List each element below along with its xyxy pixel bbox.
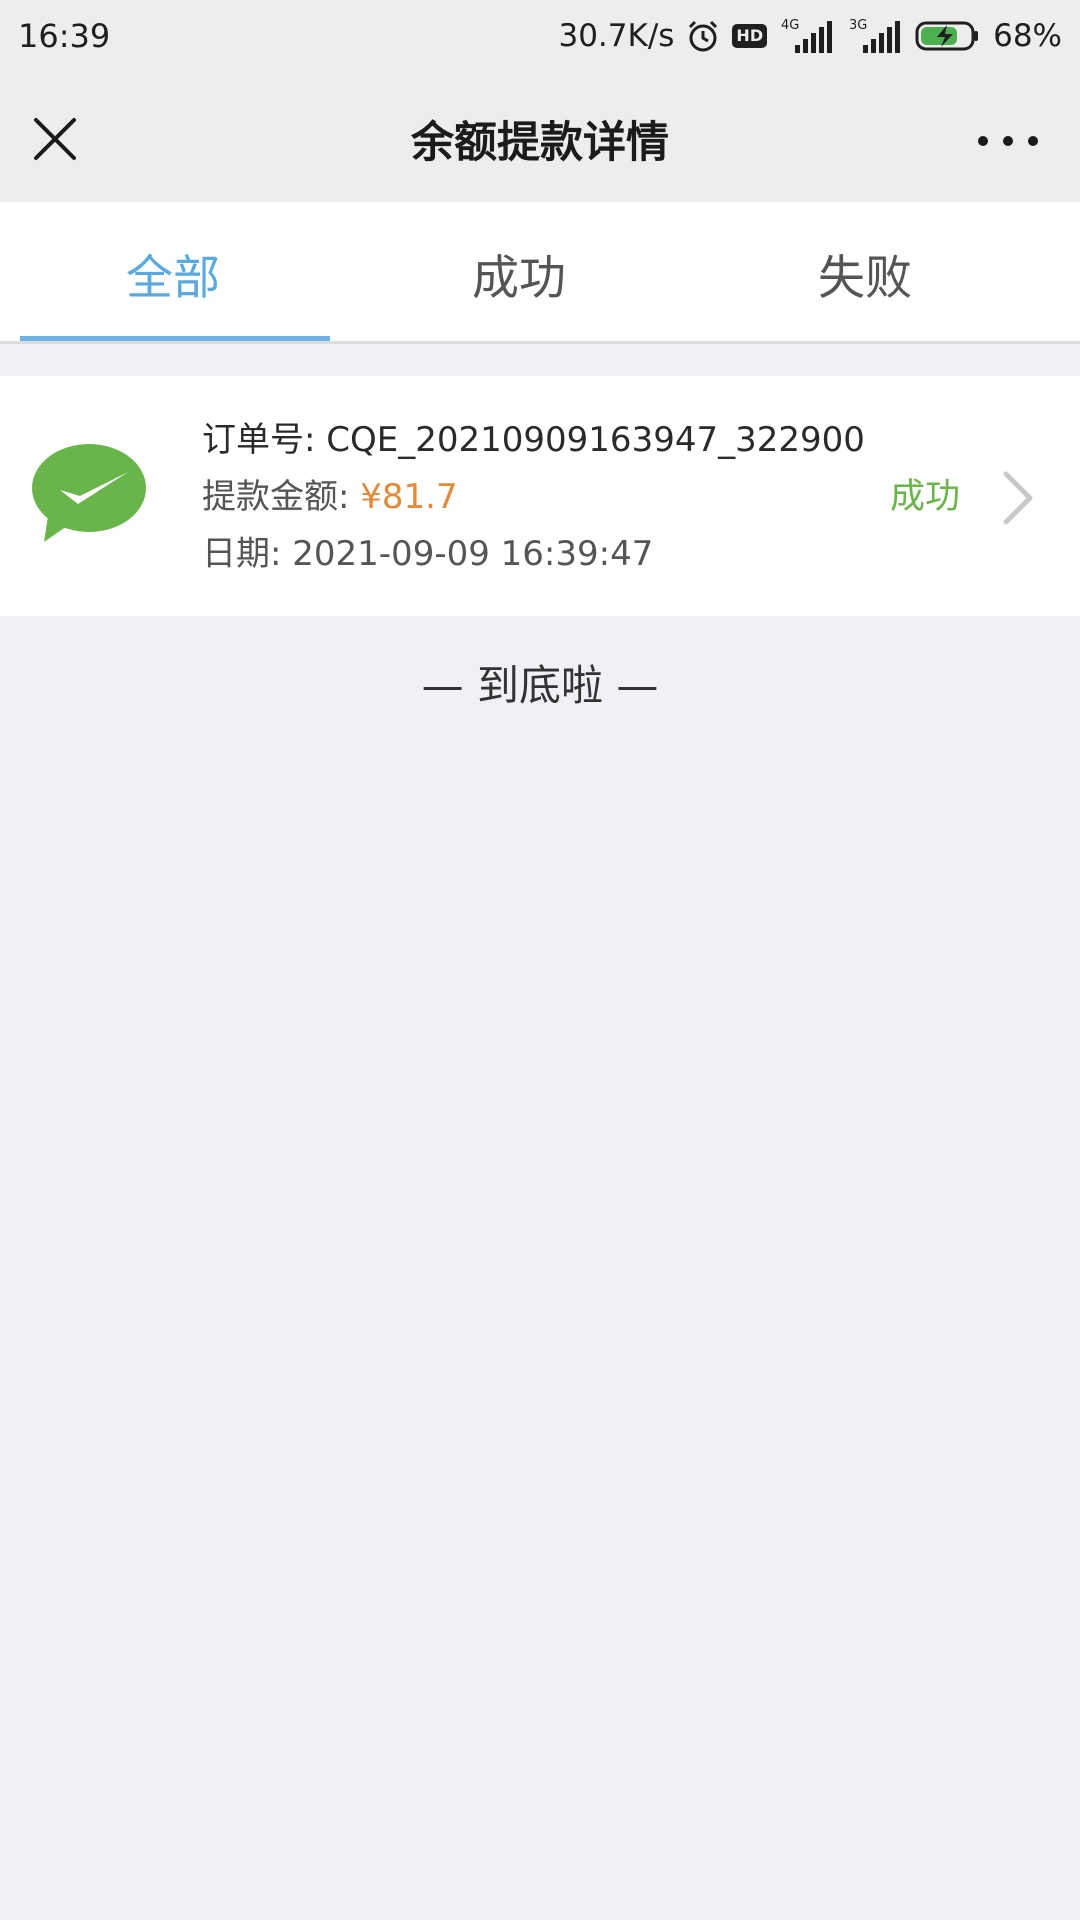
status-badge: 成功: [890, 477, 961, 517]
amount-value: ¥81.7: [360, 477, 458, 517]
tab-failed[interactable]: 失败: [692, 202, 1038, 344]
order-label: 订单号:: [202, 420, 327, 460]
alarm-icon: [686, 19, 720, 53]
signal-3g-label: 3G: [849, 18, 867, 33]
page-title: 余额提款详情: [411, 118, 669, 168]
nav-bar: 余额提款详情: [0, 72, 1080, 202]
wechat-pay-icon: [30, 442, 148, 546]
amount-line: 提款金额: ¥81.7: [202, 469, 865, 526]
withdrawal-record-item[interactable]: 订单号: CQE_20210909163947_322900 提款金额: ¥81…: [0, 376, 1080, 616]
more-button[interactable]: [978, 128, 1038, 154]
net-speed: 30.7K/s: [558, 18, 675, 54]
more-dot: [1003, 136, 1013, 146]
chevron-right-icon: [1000, 470, 1036, 526]
amount-label: 提款金额:: [202, 477, 361, 517]
status-time: 16:39: [18, 17, 111, 55]
tab-success[interactable]: 成功: [346, 202, 692, 344]
status-bar: 16:39 30.7K/s HD 4G 3G 68%: [0, 0, 1080, 72]
tab-all[interactable]: 全部: [0, 202, 346, 344]
date-label: 日期:: [202, 534, 293, 574]
signal-4g-label: 4G: [781, 18, 799, 33]
date-value: 2021-09-09 16:39:47: [292, 534, 654, 574]
battery-percent: 68%: [993, 18, 1062, 54]
date-line: 日期: 2021-09-09 16:39:47: [202, 526, 865, 583]
order-number: CQE_20210909163947_322900: [326, 420, 865, 460]
end-of-list-text: — 到底啦 —: [421, 661, 659, 710]
tab-active-indicator: [20, 336, 330, 341]
signal-3g-icon: 3G: [847, 17, 903, 55]
signal-4g-icon: 4G: [779, 17, 835, 55]
battery-charging-icon: [915, 19, 981, 53]
record-details: 订单号: CQE_20210909163947_322900 提款金额: ¥81…: [202, 412, 865, 583]
order-line: 订单号: CQE_20210909163947_322900: [202, 412, 865, 469]
filter-tabs: 全部 成功 失败: [0, 202, 1080, 344]
hd-icon: HD: [732, 24, 768, 48]
more-dot: [978, 136, 988, 146]
more-dot: [1028, 136, 1038, 146]
status-indicators: 30.7K/s HD 4G 3G 68%: [558, 17, 1062, 55]
